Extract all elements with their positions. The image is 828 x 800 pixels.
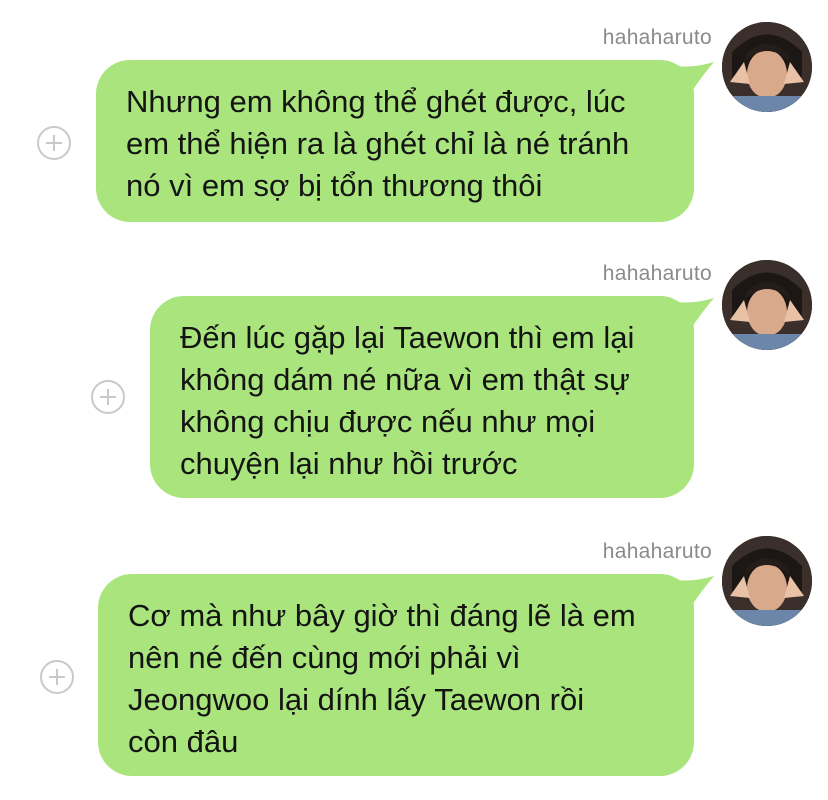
- add-circle-icon[interactable]: [91, 380, 125, 414]
- add-circle-icon[interactable]: [40, 660, 74, 694]
- message-bubble[interactable]: Đến lúc gặp lại Taewon thì em lại không …: [150, 296, 694, 498]
- message-line: chuyện lại như hồi trước: [180, 446, 518, 481]
- message-line: còn đâu: [128, 724, 239, 759]
- sender-name[interactable]: hahaharuto: [603, 26, 712, 50]
- message-line: Jeongwoo lại dính lấy Taewon rồi: [128, 682, 585, 717]
- add-circle-icon[interactable]: [37, 126, 71, 160]
- profile-photo: [722, 536, 812, 626]
- message-bubble[interactable]: Nhưng em không thể ghét được, lúc em thể…: [96, 60, 694, 222]
- message-line: không chịu được nếu như mọi: [180, 404, 596, 439]
- profile-photo: [722, 260, 812, 350]
- message-line: em thể hiện ra là ghét chỉ là né tránh: [126, 126, 630, 161]
- avatar[interactable]: [722, 22, 812, 112]
- profile-photo: [722, 22, 812, 112]
- sender-name[interactable]: hahaharuto: [603, 540, 712, 564]
- message-bubble[interactable]: Cơ mà như bây giờ thì đáng lẽ là em nên …: [98, 574, 694, 776]
- sender-name[interactable]: hahaharuto: [603, 262, 712, 286]
- message-line: không dám né nữa vì em thật sự: [180, 362, 630, 397]
- message-line: Cơ mà như bây giờ thì đáng lẽ là em: [128, 598, 636, 633]
- avatar[interactable]: [722, 260, 812, 350]
- avatar[interactable]: [722, 536, 812, 626]
- message-line: Nhưng em không thể ghét được, lúc: [126, 84, 626, 119]
- message-line: nó vì em sợ bị tổn thương thôi: [126, 168, 543, 203]
- message-line: nên né đến cùng mới phải vì: [128, 640, 521, 675]
- message-line: Đến lúc gặp lại Taewon thì em lại: [180, 320, 635, 355]
